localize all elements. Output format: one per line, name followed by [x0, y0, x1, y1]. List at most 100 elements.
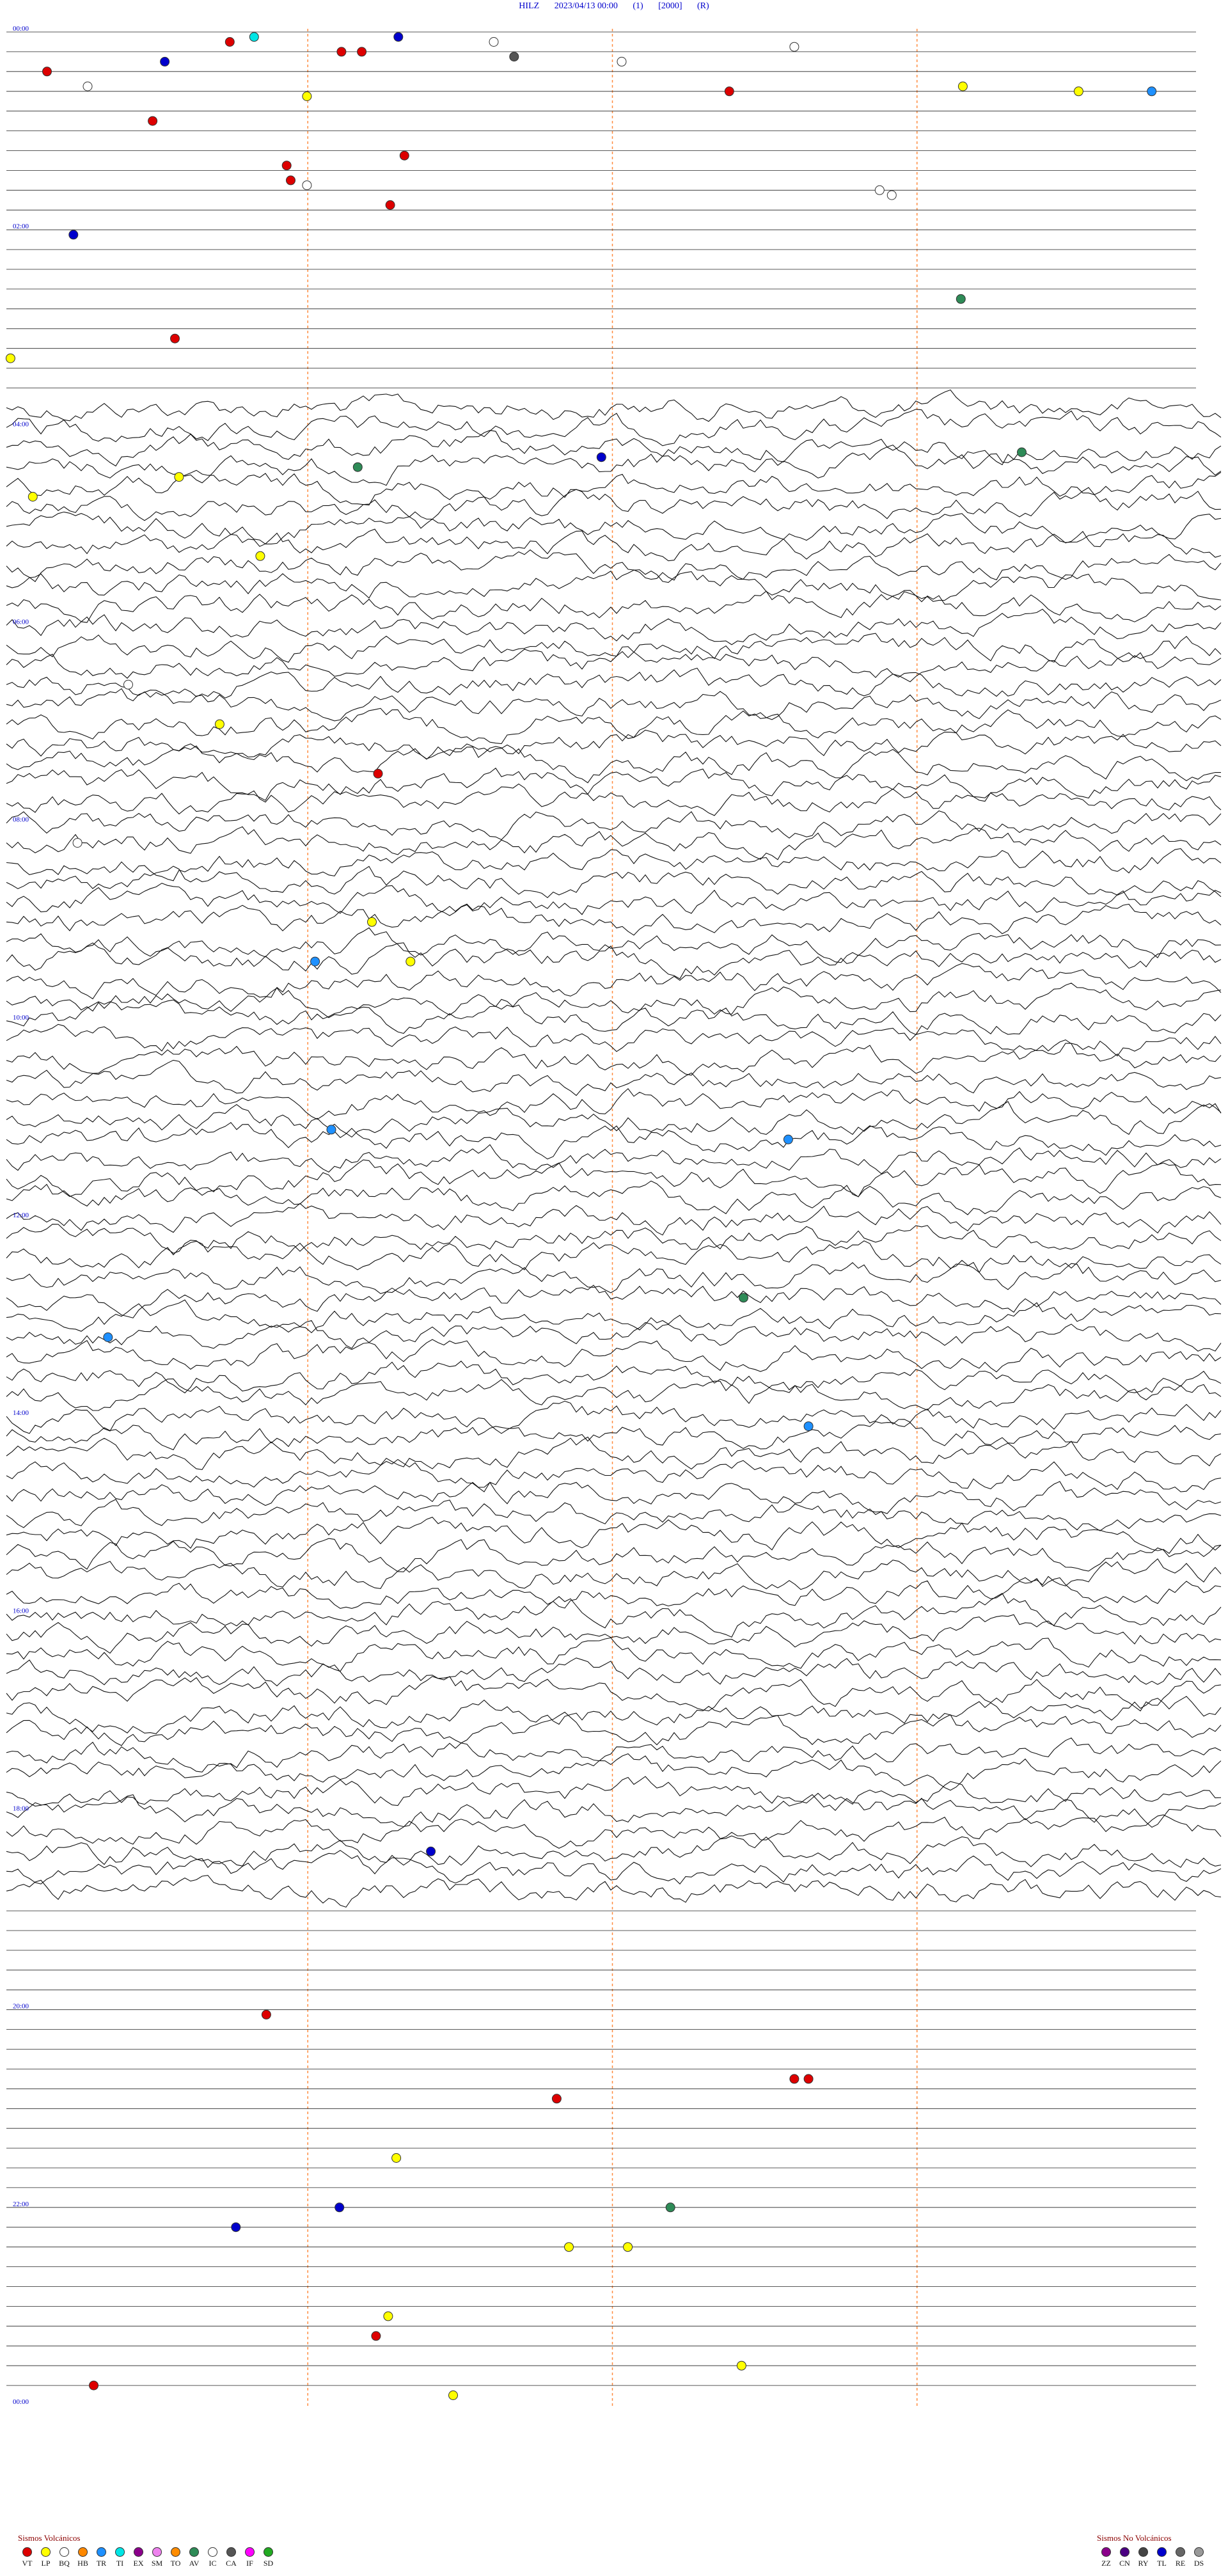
legend-label-ca: CA — [226, 2559, 237, 2568]
seismic-trace — [6, 1261, 1222, 1294]
seismic-trace — [6, 729, 1222, 760]
legend-item-sd: SD — [259, 2547, 278, 2568]
legend-label-sm: SM — [151, 2559, 163, 2568]
event-marker-tl — [596, 452, 606, 462]
legend-label-ex: EX — [133, 2559, 144, 2568]
seismic-trace — [6, 1517, 1222, 1554]
legend-dot-ca — [226, 2547, 236, 2557]
legend-label-zz: ZZ — [1101, 2559, 1111, 2568]
legend-label-to: TO — [170, 2559, 181, 2568]
legend-item-av: AV — [185, 2547, 203, 2568]
event-marker-lp — [405, 956, 416, 967]
legend-dot-cn — [1120, 2547, 1130, 2557]
event-marker-tl — [335, 2202, 345, 2213]
event-marker-av — [956, 294, 966, 304]
event-marker-ic — [123, 679, 133, 690]
legend-item-ex: EX — [129, 2547, 148, 2568]
event-marker-lp — [383, 2311, 393, 2321]
seismic-trace — [6, 783, 1222, 816]
seismic-trace — [6, 590, 1222, 623]
legend-item-if: IF — [240, 2547, 259, 2568]
helicorder-plot: 00:00 02:00 04:00 06:00 08:00 10:00 12:00 14:00… — [5, 25, 1222, 2408]
event-marker-av — [352, 462, 363, 472]
seismic-trace — [6, 389, 1222, 422]
seismic-trace — [6, 1023, 1222, 1057]
legend-dot-tl — [1157, 2547, 1167, 2557]
legend-dot-lp — [41, 2547, 51, 2557]
seismic-trace — [6, 1711, 1222, 1746]
seismic-trace — [6, 1224, 1222, 1254]
legend-dot-ry — [1138, 2547, 1148, 2557]
legend-item-lp: LP — [36, 2547, 55, 2568]
legend-item-ic: IC — [203, 2547, 222, 2568]
legend-nonvolcanic: Sismos No Volcánicos ZZ CN RY TL RE DS — [1097, 2533, 1208, 2568]
event-marker-lp — [367, 917, 377, 927]
event-marker-vt — [336, 47, 347, 57]
event-marker-lp — [623, 2242, 633, 2252]
legend-label-vt: VT — [22, 2559, 33, 2568]
event-marker-vt — [724, 86, 734, 97]
event-marker-vt — [551, 2094, 562, 2104]
seismic-trace — [6, 1814, 1222, 1849]
event-marker-tr — [1147, 86, 1157, 97]
event-marker-vt — [148, 116, 158, 126]
hour-label: 10:00 — [13, 1014, 29, 1022]
event-marker-av — [1017, 447, 1027, 457]
seismic-trace — [6, 1339, 1222, 1373]
seismic-trace — [6, 487, 1222, 521]
seismic-trace — [6, 1421, 1222, 1451]
event-marker-lp — [1073, 86, 1083, 97]
event-marker-ic — [874, 185, 885, 195]
event-marker-vt — [789, 2074, 799, 2084]
seismic-trace — [6, 1676, 1222, 1712]
event-marker-vt — [42, 67, 52, 77]
seismic-trace — [6, 1159, 1222, 1197]
legend-volcanic-items: VT LP BQ HB TR TI EX SM TO AV IC CA IF SD — [18, 2547, 278, 2568]
legend-dot-bq — [59, 2547, 69, 2557]
hour-label: 18:00 — [13, 1805, 29, 1813]
legend-item-bq: BQ — [55, 2547, 74, 2568]
legend-dot-sm — [152, 2547, 162, 2557]
legend-label-ic: IC — [209, 2559, 217, 2568]
legend-dot-ti — [115, 2547, 125, 2557]
event-group — [5, 32, 1157, 2400]
legend-nonvolcanic-items: ZZ CN RY TL RE DS — [1097, 2547, 1208, 2568]
seismic-trace — [6, 1458, 1222, 1492]
legend-label-lp: LP — [41, 2559, 51, 2568]
event-marker-ca — [509, 52, 519, 62]
legend-volcanic: Sismos Volcánicos VT LP BQ HB TR TI EX SM TO AV IC… — [18, 2533, 278, 2568]
legend-item-tl: TL — [1153, 2547, 1171, 2568]
seismic-trace — [6, 688, 1222, 722]
legend-dot-ex — [134, 2547, 143, 2557]
legend-item-sm: SM — [148, 2547, 166, 2568]
seismic-trace — [6, 810, 1222, 841]
legend-label-if: IF — [246, 2559, 253, 2568]
seismic-trace — [6, 549, 1222, 582]
legend-label-cn: CN — [1119, 2559, 1130, 2568]
seismic-trace — [6, 1379, 1222, 1411]
legend-label-tl: TL — [1157, 2559, 1167, 2568]
hour-label: 00:00 — [13, 25, 29, 33]
event-marker-ic — [886, 190, 897, 200]
seismic-trace — [6, 1835, 1222, 1868]
seismic-trace — [6, 1696, 1222, 1734]
hour-label: 06:00 — [13, 619, 29, 626]
event-marker-vt — [399, 150, 409, 161]
event-marker-ic — [489, 37, 499, 47]
event-marker-tr — [310, 956, 320, 967]
event-marker-lp — [302, 91, 312, 101]
hour-label: 12:00 — [13, 1212, 29, 1219]
hour-label: 02:00 — [13, 223, 29, 230]
legend-label-sd: SD — [263, 2559, 274, 2568]
event-marker-tr — [326, 1125, 336, 1135]
legend-dot-zz — [1101, 2547, 1111, 2557]
event-marker-lp — [214, 719, 224, 729]
event-marker-lp — [255, 551, 265, 561]
event-marker-tl — [426, 1846, 436, 1856]
legend-item-hb: HB — [74, 2547, 92, 2568]
legend-dot-ds — [1194, 2547, 1204, 2557]
legend-label-hb: HB — [77, 2559, 88, 2568]
seismic-trace — [6, 1101, 1222, 1138]
hour-label: 04:00 — [13, 420, 29, 428]
legend-dot-tr — [97, 2547, 106, 2557]
